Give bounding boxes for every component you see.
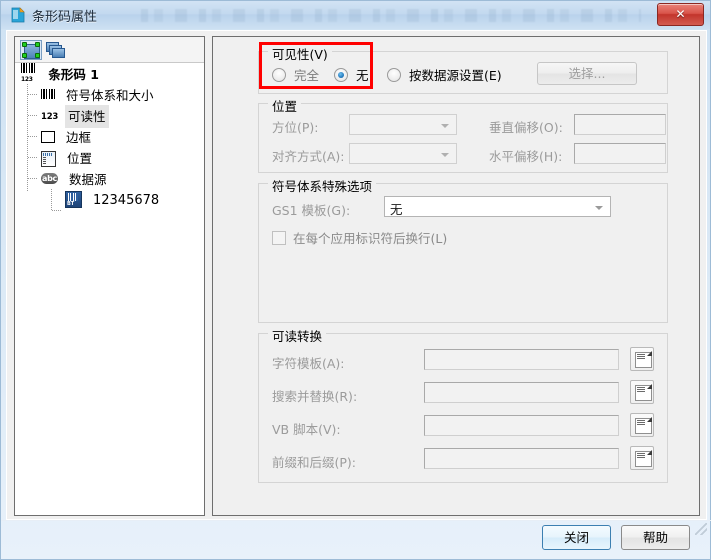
vertical-offset-label: 垂直偏移(O): (489, 120, 563, 135)
vb-script-input[interactable] (424, 415, 619, 436)
chevron-down-icon (595, 206, 603, 210)
symbology-group-label: 符号体系特殊选项 (268, 176, 377, 195)
chevron-down-icon (441, 153, 449, 157)
char-template-input[interactable] (424, 349, 619, 370)
handle-ne-icon (35, 42, 40, 47)
position-group-label: 位置 (268, 96, 302, 115)
resize-grip (695, 523, 707, 535)
radio-label: 按数据源设置(E) (408, 68, 502, 83)
search-replace-browse-button[interactable] (630, 380, 654, 404)
tree-node-label: 12345678 (92, 193, 160, 208)
char-template-browse-button[interactable] (630, 347, 654, 371)
tree-node-readability[interactable]: 123 可读性 (15, 105, 204, 128)
checkbox-label: 在每个应用标识符后换行(L) (292, 231, 448, 246)
visibility-group-label: 可见性(V) (268, 44, 332, 63)
radio-indicator (334, 67, 348, 82)
ruler-position-icon (41, 150, 56, 167)
search-replace-input[interactable] (424, 382, 619, 403)
browse-icon (635, 384, 652, 401)
layers-icon (45, 40, 67, 60)
readable-conversion-group: 可读转换 字符模板(A): 搜索并替换(R): VB 脚本(V): 前缀和后缀(… (258, 326, 668, 483)
symbology-options-group: 符号体系特殊选项 GS1 模板(G): 无 在每个应用标识符后换行(L) (258, 176, 668, 323)
tree-node-datasource[interactable]: abc 数据源 (15, 168, 204, 189)
dialog-client-area: 条形码 1 符号体系和大小 123 可读性 边框 位置 (6, 30, 707, 520)
barcode-data-icon (65, 191, 82, 208)
tree-toolbar (15, 37, 204, 63)
tree-node-label: 符号体系和大小 (65, 88, 154, 103)
gs1-template-value: 无 (390, 202, 403, 217)
visibility-radio-by-datasource[interactable]: 按数据源设置(E) (387, 65, 502, 84)
properties-panel: 可见性(V) 完全 无 按数据源设置(E) 选择... 位置 方位(P): 垂直… (212, 36, 700, 516)
gs1-template-label: GS1 模板(G): (272, 203, 351, 218)
handle-sw-icon (22, 53, 27, 58)
vb-script-label: VB 脚本(V): (272, 422, 341, 437)
visibility-select-button[interactable]: 选择... (537, 62, 637, 85)
vb-script-browse-button[interactable] (630, 413, 654, 437)
barcode-structure-tree-panel: 条形码 1 符号体系和大小 123 可读性 边框 位置 (14, 36, 205, 516)
tree-node-barcode-root[interactable]: 条形码 1 (15, 63, 204, 84)
gs1-template-combo[interactable]: 无 (384, 196, 611, 217)
browse-icon (635, 351, 652, 368)
char-template-label: 字符模板(A): (272, 356, 345, 371)
close-window-button[interactable]: ✕ (657, 3, 704, 26)
tree-node-list: 条形码 1 符号体系和大小 123 可读性 边框 位置 (15, 63, 204, 515)
radio-indicator (387, 67, 401, 82)
title-bar: 条形码属性 ✕ (1, 1, 710, 29)
radio-indicator (272, 67, 286, 82)
tree-node-label: 可读性 (64, 105, 109, 128)
orientation-combo[interactable] (349, 114, 457, 135)
position-group: 位置 方位(P): 垂直偏移(O): 对齐方式(A): 水平偏移(H): (258, 96, 668, 173)
horizontal-offset-label: 水平偏移(H): (489, 149, 563, 164)
tree-node-label: 条形码 1 (48, 67, 99, 82)
title-bar-background-text (141, 9, 641, 22)
browse-icon (635, 417, 652, 434)
numbers-123-icon: 123 (41, 111, 59, 122)
alignment-combo[interactable] (349, 143, 457, 164)
alignment-label: 对齐方式(A): (272, 149, 345, 164)
search-replace-label: 搜索并替换(R): (272, 389, 358, 404)
prefix-suffix-label: 前缀和后缀(P): (272, 455, 357, 470)
radio-label: 完全 (293, 68, 319, 83)
object-select-tool-button[interactable] (20, 40, 42, 60)
visibility-radio-none[interactable]: 无 (334, 65, 369, 84)
radio-label: 无 (355, 68, 369, 83)
tree-node-symbology-size[interactable]: 符号体系和大小 (15, 84, 204, 105)
barcode-icon (21, 63, 37, 83)
visibility-radio-full[interactable]: 完全 (272, 65, 319, 84)
handle-nw-icon (22, 42, 27, 47)
prefix-suffix-browse-button[interactable] (630, 446, 654, 470)
vertical-offset-input[interactable] (574, 114, 666, 135)
barcode-properties-window: 条形码属性 ✕ 123 条形码 1 符号体系和大小 123 可读性 边框 位置 … (0, 0, 711, 560)
horizontal-offset-input[interactable] (574, 143, 666, 164)
document-page-icon (11, 7, 25, 23)
browse-icon (635, 450, 652, 467)
footer-separator (1, 520, 711, 521)
tree-node-label: 数据源 (68, 172, 107, 187)
readable-group-label: 可读转换 (268, 326, 327, 345)
tree-node-label: 边框 (65, 130, 91, 145)
chevron-down-icon (441, 124, 449, 128)
rectangle-border-icon (41, 130, 55, 143)
visibility-group: 可见性(V) 完全 无 按数据源设置(E) 选择... (258, 44, 668, 94)
tree-node-datasource-value[interactable]: 12345678 (15, 189, 204, 210)
layers-tool-button[interactable] (45, 40, 67, 60)
window-title: 条形码属性 (32, 10, 98, 25)
close-button[interactable]: 关闭 (542, 525, 611, 550)
tree-node-border[interactable]: 边框 (15, 126, 204, 147)
tree-node-label: 位置 (66, 151, 92, 166)
tree-node-position[interactable]: 位置 (15, 147, 204, 168)
prefix-suffix-input[interactable] (424, 448, 619, 469)
line-break-checkbox[interactable]: 在每个应用标识符后换行(L) (272, 228, 447, 247)
abc-datasource-icon: abc (41, 173, 58, 184)
handle-se-icon (35, 53, 40, 58)
help-button[interactable]: 帮助 (621, 525, 690, 550)
checkbox-indicator (272, 230, 286, 245)
barcode-bars-icon (41, 88, 55, 99)
orientation-label: 方位(P): (272, 120, 319, 135)
